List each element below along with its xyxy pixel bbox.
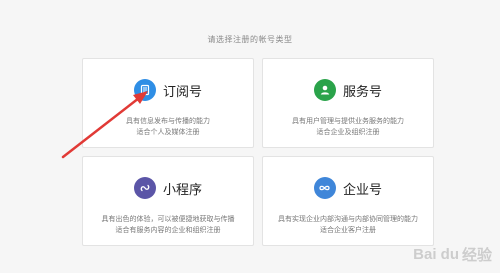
card-title: 小程序	[162, 182, 202, 198]
subscription-account-card[interactable]: 订阅号 具有信息发布与传播的能力 适合个人及媒体注册	[82, 58, 254, 148]
card-description-line: 适合有服务内容的企业和组织注册	[115, 226, 221, 234]
link-icon	[133, 177, 156, 199]
user-icon	[313, 79, 336, 101]
card-description-line: 适合企业客户注册	[320, 226, 376, 234]
baidu-watermark: Bai du 经验	[413, 244, 492, 265]
service-account-card[interactable]: 服务号 具有用户管理与提供业务服务的能力 适合企业及组织注册	[262, 58, 434, 148]
card-description: 具有出色的体验，可以被便捷地获取与传播 适合有服务内容的企业和组织注册	[83, 214, 253, 236]
card-description-line: 具有信息发布与传播的能力	[126, 117, 210, 125]
card-title-row: 订阅号	[83, 79, 253, 101]
card-title: 订阅号	[162, 84, 202, 100]
card-description: 具有实现企业内部沟通与内部协同管理的能力 适合企业客户注册	[263, 214, 433, 236]
watermark-brand: Bai du	[413, 246, 459, 263]
page-heading: 请选择注册的帐号类型	[207, 35, 293, 44]
mini-program-card[interactable]: 小程序 具有出色的体验，可以被便捷地获取与传播 适合有服务内容的企业和组织注册	[82, 156, 254, 246]
card-description-line: 适合个人及媒体注册	[136, 128, 200, 136]
watermark-label: 经验	[461, 247, 492, 264]
card-title: 企业号	[342, 182, 382, 198]
card-title-row: 小程序	[83, 177, 253, 199]
card-description: 具有用户管理与提供业务服务的能力 适合企业及组织注册	[263, 116, 433, 138]
document-icon	[133, 79, 156, 101]
card-description-line: 适合企业及组织注册	[316, 128, 380, 136]
card-description-line: 具有实现企业内部沟通与内部协同管理的能力	[278, 215, 418, 223]
infinity-icon	[313, 177, 336, 199]
card-description-line: 具有用户管理与提供业务服务的能力	[292, 117, 404, 125]
card-description: 具有信息发布与传播的能力 适合个人及媒体注册	[83, 116, 253, 138]
card-description-line: 具有出色的体验，可以被便捷地获取与传播	[101, 215, 235, 223]
enterprise-account-card[interactable]: 企业号 具有实现企业内部沟通与内部协同管理的能力 适合企业客户注册	[262, 156, 434, 246]
card-title-row: 企业号	[263, 177, 433, 199]
card-title-row: 服务号	[263, 79, 433, 101]
card-title: 服务号	[342, 84, 382, 100]
